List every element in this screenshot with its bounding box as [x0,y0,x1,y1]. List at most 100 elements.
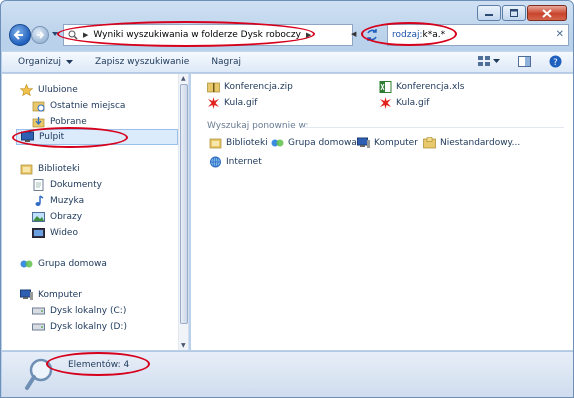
clear-search-icon[interactable]: ✕ [556,29,564,40]
file-item[interactable]: Kula.gif [207,97,257,109]
help-icon[interactable]: ? [549,55,562,68]
file-item[interactable]: Kula.gif [379,97,429,109]
nav-item-label: Dysk lokalny (D:) [50,322,127,332]
nav-item-downloads[interactable]: Pobrane [32,115,87,129]
window-caption-buttons [477,5,567,21]
downloads-icon [32,117,45,128]
nav-item-label: Dysk lokalny (C:) [50,306,127,316]
search-results-icon [68,30,78,40]
homegroup-icon [271,139,284,147]
maximize-button[interactable] [502,5,526,21]
scroll-down-icon[interactable]: ▼ [181,342,186,349]
nav-item-recent-places[interactable]: Ostatnie miejsca [32,99,125,113]
file-name: Konferencja.xls [396,82,465,92]
address-bar[interactable]: ▶ Wyniki wyszukiwania w folderze Dysk ro… [63,24,353,46]
computer-icon [357,137,370,148]
nav-item-videos[interactable]: Wideo [32,226,78,240]
back-arrow-icon [13,30,23,40]
item-count: Elementów: 4 [68,360,130,370]
nav-item-label: Ostatnie miejsca [50,101,126,111]
preview-pane-icon[interactable] [518,56,531,67]
documents-icon [33,179,44,191]
recent-pages-dropdown-icon[interactable] [51,30,59,38]
nav-item-documents[interactable]: Dokumenty [32,178,102,192]
address-row: ▶ Wyniki wyszukiwania w folderze Dysk ro… [5,21,571,47]
nav-item-drive-c[interactable]: Dysk lokalny (C:) [32,304,126,318]
search-again-libraries[interactable]: Biblioteki [209,137,268,149]
file-item[interactable]: Konferencja.zip [207,81,293,93]
star-icon [20,84,33,96]
search-keyword: rodzaj: [392,30,423,40]
scroll-up-icon[interactable]: ▲ [181,75,186,82]
search-query: k*a.* [422,30,446,40]
pictures-icon [32,212,45,222]
burn-button[interactable]: Nagraj [211,57,241,67]
nav-libraries[interactable]: Biblioteki [20,162,80,176]
nav-item-drive-d[interactable]: Dysk lokalny (D:) [32,320,127,334]
libraries-icon [20,164,33,175]
nav-computer[interactable]: Komputer [20,288,82,302]
nav-homegroup-label: Grupa domowa [38,259,107,269]
nav-favorites-label: Ulubione [38,85,78,95]
nav-favorites[interactable]: Ulubione [20,83,78,97]
back-button[interactable] [9,24,31,46]
chevron-down-icon [493,59,500,63]
close-button[interactable] [527,5,567,21]
save-search-button[interactable]: Zapisz wyszukiwanie [95,57,189,67]
breadcrumb-separator-icon[interactable]: ▶ [83,31,88,39]
nav-item-label: Wideo [50,228,78,238]
nav-item-music[interactable]: Muzyka [32,194,84,208]
search-again-label: Wyszukaj ponownie w: [207,121,309,131]
computer-icon [20,289,33,300]
search-again-custom[interactable]: Niestandardowy... [423,137,520,149]
nav-libraries-label: Biblioteki [38,164,80,174]
nav-homegroup[interactable]: Grupa domowa [20,257,107,271]
organize-label: Organizuj [18,57,61,67]
navigation-scrollbar[interactable]: ▲ ▼ [178,74,188,350]
search-again-item-label: Biblioteki [226,138,268,148]
homegroup-icon [20,260,33,268]
view-options-button[interactable] [478,56,500,67]
command-toolbar: Organizuj Zapisz wyszukiwanie Nagraj ? [2,51,573,73]
maximize-icon [510,9,518,17]
excel-file-icon [379,81,392,93]
breadcrumb-separator-icon[interactable]: ▶ [306,31,311,39]
minimize-button[interactable] [477,5,501,21]
hard-drive-icon [32,323,45,331]
search-again-divider [301,127,564,128]
refresh-button[interactable] [361,26,383,44]
file-item[interactable]: Konferencja.xls [379,81,464,93]
music-note-icon [35,195,44,206]
search-again-item-label: Niestandardowy... [440,138,521,148]
forward-button[interactable] [31,26,49,44]
internet-icon [210,156,221,168]
nav-item-label: Muzyka [50,196,85,206]
search-again-computer[interactable]: Komputer [357,137,418,149]
nav-item-label: Obrazy [50,212,83,222]
explorer-window: ▶ Wyniki wyszukiwania w folderze Dysk ro… [0,0,574,398]
svg-text:?: ? [553,58,558,68]
file-name: Kula.gif [224,98,258,108]
search-input[interactable]: rodzaj: k*a.* ✕ [387,24,569,46]
forward-arrow-icon [37,31,45,39]
nav-item-label: Pobrane [50,117,87,127]
navigation-pane: Ulubione Ostatnie miejsca Pobrane Pulpit… [2,74,189,350]
scrollbar-thumb[interactable] [180,84,188,324]
nav-item-desktop[interactable]: Pulpit [16,129,178,145]
save-search-label: Zapisz wyszukiwanie [95,57,190,67]
search-again-item-label: Komputer [374,138,418,148]
search-again-item-label: Internet [226,157,262,167]
hard-drive-icon [32,307,45,315]
search-again-internet[interactable]: Internet [209,156,262,168]
breadcrumb-current[interactable]: Wyniki wyszukiwania w folderze Dysk robo… [93,30,301,40]
nav-item-pictures[interactable]: Obrazy [32,210,82,224]
file-name: Konferencja.zip [224,82,293,92]
address-dropdown-icon[interactable]: ◀ [351,30,356,38]
search-again-homegroup[interactable]: Grupa domowa [271,137,357,149]
chevron-down-icon [66,59,73,64]
refresh-icon [367,29,377,41]
status-bar: Elementów: 4 [2,351,573,397]
videos-icon [32,228,45,238]
gif-image-icon [380,97,391,109]
organize-button[interactable]: Organizuj [18,57,73,67]
